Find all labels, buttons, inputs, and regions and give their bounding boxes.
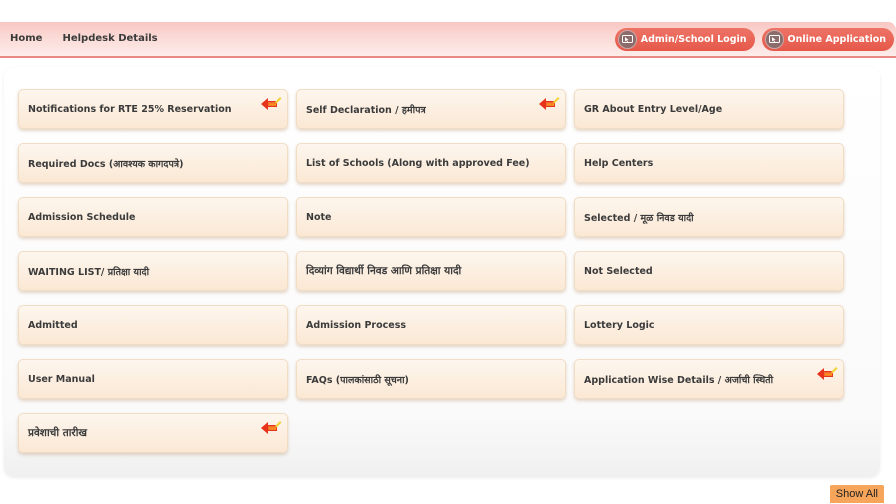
link-tile-13[interactable]: Admitted [18,305,288,345]
nav-home-link[interactable]: Home [10,33,42,44]
link-tile-label: प्रवेशाची तारीख [28,427,88,439]
link-tile-10[interactable]: WAITING LIST/ प्रतिक्षा यादी [18,251,288,291]
link-tile-3[interactable]: GR About Entry Level/Age [574,89,844,129]
link-tile-9[interactable]: Selected / मूळ निवड यादी [574,197,844,237]
link-tile-label: Lottery Logic [584,319,655,331]
link-tile-18[interactable]: Application Wise Details / अर्जाची स्थित… [574,359,844,399]
link-tile-19[interactable]: प्रवेशाची तारीख new [18,413,288,453]
link-tile-label: दिव्यांग विद्यार्थी निवड आणि प्रतिक्षा य… [306,265,462,277]
link-tile-label: Required Docs (आवश्यक कागदपत्रे) [28,158,184,170]
link-tile-17[interactable]: FAQs (पालकांसाठी सूचना) [296,359,566,399]
link-tile-label: WAITING LIST/ प्रतिक्षा यादी [28,266,150,278]
svg-text:new: new [547,103,554,107]
link-tile-6[interactable]: Help Centers [574,143,844,183]
new-badge-icon: new [816,366,838,381]
link-tile-1[interactable]: Notifications for RTE 25% Reservation ne… [18,89,288,129]
link-tile-label: List of Schools (Along with approved Fee… [306,157,530,169]
new-badge-icon: new [260,96,282,111]
show-all-button[interactable]: Show All [829,485,884,503]
svg-text:new: new [825,373,832,377]
monitor-cursor-icon [617,30,637,49]
link-tile-8[interactable]: Note [296,197,566,237]
nav-buttons: Admin/School Login Online Application [614,28,894,51]
svg-text:new: new [269,427,276,431]
link-tile-label: Application Wise Details / अर्जाची स्थित… [584,374,774,386]
link-tile-label: Admission Schedule [28,211,136,223]
link-tile-4[interactable]: Required Docs (आवश्यक कागदपत्रे) [18,143,288,183]
admin-school-login-button[interactable]: Admin/School Login [614,28,755,51]
link-tile-label: Not Selected [584,265,653,277]
link-tile-label: Help Centers [584,157,654,169]
link-tile-label: Admission Process [306,319,407,331]
helpdesk-panel: Notifications for RTE 25% Reservation ne… [4,67,880,477]
link-tile-16[interactable]: User Manual [18,359,288,399]
svg-text:new: new [269,103,276,107]
new-badge-icon: new [260,420,282,435]
top-navbar: Home Helpdesk Details Admin/School Login… [0,22,896,58]
admin-school-login-label: Admin/School Login [640,34,747,45]
link-tile-2[interactable]: Self Declaration / हमीपत्र new [296,89,566,129]
link-tile-5[interactable]: List of Schools (Along with approved Fee… [296,143,566,183]
link-tile-label: Self Declaration / हमीपत्र [306,104,426,116]
link-tile-label: Admitted [28,319,78,331]
link-tile-label: Note [306,211,332,223]
online-application-label: Online Application [787,34,886,45]
link-tile-label: GR About Entry Level/Age [584,103,723,115]
link-tile-11[interactable]: दिव्यांग विद्यार्थी निवड आणि प्रतिक्षा य… [296,251,566,291]
link-tile-7[interactable]: Admission Schedule [18,197,288,237]
link-tile-12[interactable]: Not Selected [574,251,844,291]
nav-helpdesk-link[interactable]: Helpdesk Details [62,33,157,44]
link-tile-label: FAQs (पालकांसाठी सूचना) [306,374,409,386]
new-badge-icon: new [538,96,560,111]
link-tile-15[interactable]: Lottery Logic [574,305,844,345]
link-tile-14[interactable]: Admission Process [296,305,566,345]
nav-links: Home Helpdesk Details [10,33,158,44]
link-tile-grid: Notifications for RTE 25% Reservation ne… [18,89,844,453]
online-application-button[interactable]: Online Application [761,28,894,51]
link-tile-label: User Manual [28,373,95,385]
monitor-cursor-icon [764,30,784,49]
link-tile-label: Notifications for RTE 25% Reservation [28,103,232,115]
link-tile-label: Selected / मूळ निवड यादी [584,212,694,224]
